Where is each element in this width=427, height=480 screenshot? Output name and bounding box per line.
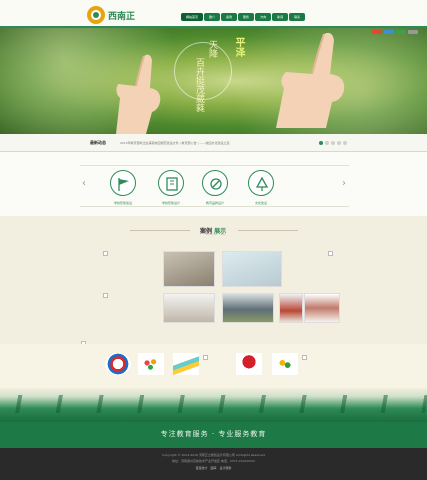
service-item-3[interactable]: 教育品牌设计 [200, 170, 230, 205]
footer-link-2[interactable]: 图库 [210, 466, 216, 470]
cases-subtitle: DISPLAY CASE [206, 234, 227, 236]
service-item-4[interactable]: 文化建设 [246, 170, 276, 205]
banner-dot-1[interactable] [319, 141, 323, 145]
partner-logo-1[interactable] [105, 353, 131, 375]
service-label-1: 学校形象建设 [113, 201, 132, 205]
services-next-arrow[interactable]: › [340, 176, 348, 192]
thumbs-up-right-image [276, 32, 345, 128]
tree-icon [248, 170, 274, 196]
services-prev-arrow[interactable]: ‹ [80, 176, 88, 192]
case-image-campus-render[interactable] [222, 251, 282, 287]
service-label-4: 文化建设 [254, 201, 267, 205]
nav-contact[interactable]: 联系 [289, 13, 306, 21]
book-icon [158, 170, 184, 196]
main-nav: 網站首页 簡介 案例 服务 方向 新闻 联系 [181, 13, 306, 21]
nav-news[interactable]: 新闻 [272, 13, 289, 21]
case-image-building[interactable] [163, 293, 215, 323]
site-footer: Copyright © 2014-2016 河南正之规划设计有限公司 All R… [0, 448, 427, 480]
news-label: 最新动态 [90, 140, 106, 145]
case-image-placeholder-3[interactable] [103, 293, 108, 298]
banner-dot-5[interactable] [343, 141, 347, 145]
footer-motto: 专注教育服务 · 专业服务教育 [0, 422, 427, 448]
case-image-campus-model[interactable] [163, 251, 215, 287]
brush-texture [0, 395, 427, 413]
share-tools [372, 30, 418, 34]
brand-icon [202, 170, 228, 196]
service-item-2[interactable]: 学校形象设计 [156, 170, 186, 205]
wechat-share-icon[interactable] [396, 30, 406, 34]
nav-about[interactable]: 簡介 [204, 13, 221, 21]
slogan-c: 平泽 [233, 37, 244, 57]
site-logo[interactable]: 西南正 [86, 4, 146, 26]
banner-pagination [319, 141, 347, 145]
nav-direction[interactable]: 方向 [255, 13, 272, 21]
cases-divider-left [130, 230, 190, 231]
footer-links: 百度统计 图库 设计服务 [0, 466, 427, 470]
case-image-placeholder-1[interactable] [103, 251, 108, 256]
qq-share-icon[interactable] [384, 30, 394, 34]
cases-divider-right [238, 230, 298, 231]
flag-icon [110, 170, 136, 196]
partner-placeholder-2[interactable] [302, 355, 307, 360]
slogan-a: 天降 [207, 40, 217, 58]
hero-banner[interactable]: 天降 百卉挺茂葳蕤 平泽 [0, 28, 427, 134]
thumbs-up-left-image [116, 54, 161, 134]
footer-link-1[interactable]: 百度统计 [195, 466, 207, 470]
case-image-hallway[interactable] [304, 293, 340, 323]
footer-address: 地址：河南郑州高新技术产业开发区 电话：0371-XXXXXXXX [171, 459, 256, 463]
nav-home[interactable]: 網站首页 [181, 13, 204, 21]
partner-logo-2[interactable] [138, 353, 164, 375]
weibo-share-icon[interactable] [372, 30, 382, 34]
case-image-wall-display[interactable] [279, 293, 303, 323]
service-label-2: 学校形象设计 [161, 201, 180, 205]
nav-services[interactable]: 服务 [238, 13, 255, 21]
slogan-b: 百卉挺茂葳蕤 [194, 58, 204, 112]
case-image-gate[interactable] [222, 293, 274, 323]
partner-logo-4[interactable] [236, 353, 262, 375]
case-image-placeholder-2[interactable] [328, 251, 333, 256]
partner-logo-3[interactable] [173, 353, 199, 375]
banner-dot-4[interactable] [337, 141, 341, 145]
service-label-3: 教育品牌设计 [205, 201, 224, 205]
nav-cases[interactable]: 案例 [221, 13, 238, 21]
partner-logo-5[interactable] [272, 353, 298, 375]
news-ticker[interactable]: 2015年教育部新出台美丽校园规范建设文件 | 教育部公告 | ——校园文化建设… [120, 141, 229, 145]
banner-dot-3[interactable] [331, 141, 335, 145]
partners-section [0, 344, 427, 388]
footer-link-3[interactable]: 设计服务 [220, 466, 232, 470]
service-item-1[interactable]: 学校形象建设 [108, 170, 138, 205]
banner-dot-2[interactable] [325, 141, 329, 145]
logo-text: 西南正 [108, 10, 135, 22]
partner-placeholder[interactable] [203, 355, 208, 360]
more-share-icon[interactable] [408, 30, 418, 34]
